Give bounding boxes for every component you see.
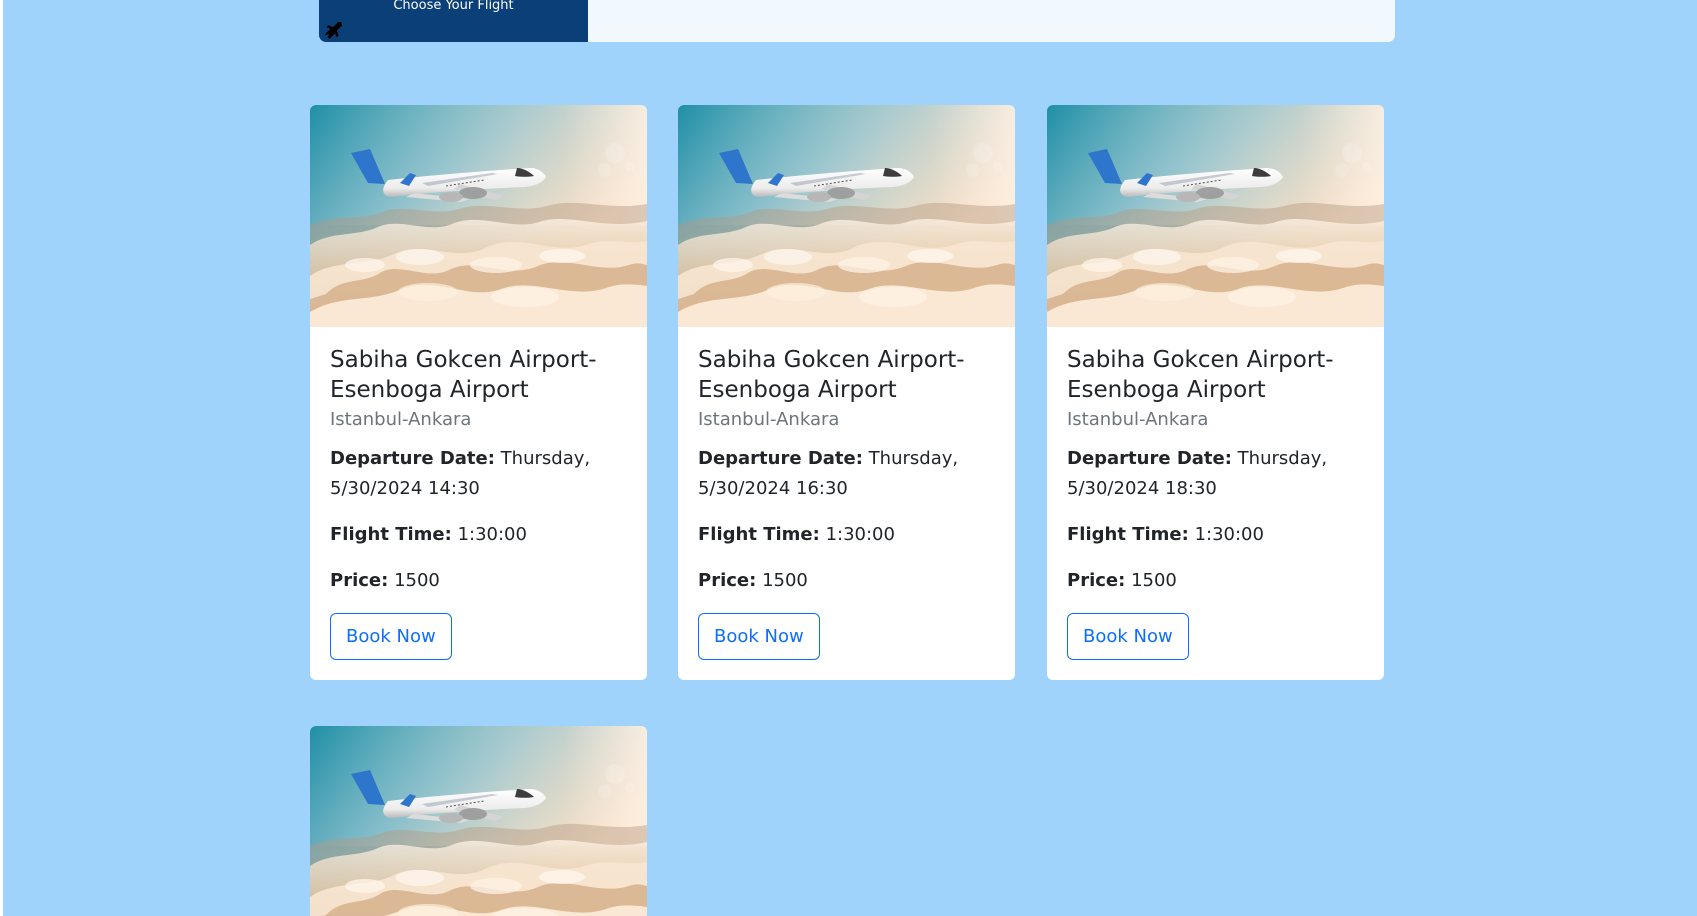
flight-header-panel: Choose Your Flight bbox=[319, 0, 588, 42]
flight-card-image bbox=[310, 105, 647, 327]
flight-time-row: Flight Time: 1:30:00 bbox=[330, 520, 627, 550]
flight-cities: Istanbul-Ankara bbox=[330, 409, 472, 430]
flight-time-label: Flight Time: bbox=[698, 524, 820, 545]
price-row: Price: 1500 bbox=[1067, 566, 1364, 596]
flight-route-title: Sabiha Gokcen Airport-Esenboga Airport bbox=[698, 347, 965, 403]
flight-time-value: 1:30:00 bbox=[457, 524, 527, 545]
flight-cities: Istanbul-Ankara bbox=[698, 409, 840, 430]
flight-card-body: Sabiha Gokcen Airport-Esenboga Airport I… bbox=[310, 327, 647, 680]
flight-card bbox=[310, 726, 647, 916]
flight-route-title: Sabiha Gokcen Airport-Esenboga Airport bbox=[330, 347, 597, 403]
departure-date-row: Departure Date: Thursday, 5/30/2024 18:3… bbox=[1067, 444, 1364, 504]
flight-cities: Istanbul-Ankara bbox=[1067, 409, 1209, 430]
price-value: 1500 bbox=[1131, 570, 1177, 591]
price-value: 1500 bbox=[762, 570, 808, 591]
departure-date-label: Departure Date: bbox=[1067, 448, 1232, 469]
flight-time-value: 1:30:00 bbox=[825, 524, 895, 545]
page-title: Choose Your Flight bbox=[393, 0, 514, 13]
departure-date-label: Departure Date: bbox=[698, 448, 863, 469]
flight-route-title: Sabiha Gokcen Airport-Esenboga Airport bbox=[1067, 347, 1334, 403]
departure-date-row: Departure Date: Thursday, 5/30/2024 14:3… bbox=[330, 444, 627, 504]
flight-card-image bbox=[1047, 105, 1384, 327]
flight-card: Sabiha Gokcen Airport-Esenboga Airport I… bbox=[678, 105, 1015, 680]
flight-header-banner: Choose Your Flight bbox=[319, 0, 1395, 42]
price-label: Price: bbox=[1067, 570, 1126, 591]
book-now-button[interactable]: Book Now bbox=[330, 613, 452, 660]
departure-date-row: Departure Date: Thursday, 5/30/2024 16:3… bbox=[698, 444, 995, 504]
flight-time-label: Flight Time: bbox=[330, 524, 452, 545]
flight-card-body: Sabiha Gokcen Airport-Esenboga Airport I… bbox=[678, 327, 1015, 680]
flight-card: Sabiha Gokcen Airport-Esenboga Airport I… bbox=[1047, 105, 1384, 680]
departure-date-label: Departure Date: bbox=[330, 448, 495, 469]
price-label: Price: bbox=[698, 570, 757, 591]
flight-time-row: Flight Time: 1:30:00 bbox=[1067, 520, 1364, 550]
price-row: Price: 1500 bbox=[330, 566, 627, 596]
book-now-button[interactable]: Book Now bbox=[698, 613, 820, 660]
flight-card-image bbox=[310, 726, 647, 916]
flight-card: Sabiha Gokcen Airport-Esenboga Airport I… bbox=[310, 105, 647, 680]
price-label: Price: bbox=[330, 570, 389, 591]
price-value: 1500 bbox=[394, 570, 440, 591]
airplane-icon bbox=[324, 21, 343, 39]
flight-time-row: Flight Time: 1:30:00 bbox=[698, 520, 995, 550]
page-background: Choose Your Flight Sabiha Gokcen Airport… bbox=[3, 0, 1697, 916]
flight-card-image bbox=[678, 105, 1015, 327]
book-now-button[interactable]: Book Now bbox=[1067, 613, 1189, 660]
flight-card-body: Sabiha Gokcen Airport-Esenboga Airport I… bbox=[1047, 327, 1384, 680]
price-row: Price: 1500 bbox=[698, 566, 995, 596]
flight-time-value: 1:30:00 bbox=[1194, 524, 1264, 545]
flight-time-label: Flight Time: bbox=[1067, 524, 1189, 545]
